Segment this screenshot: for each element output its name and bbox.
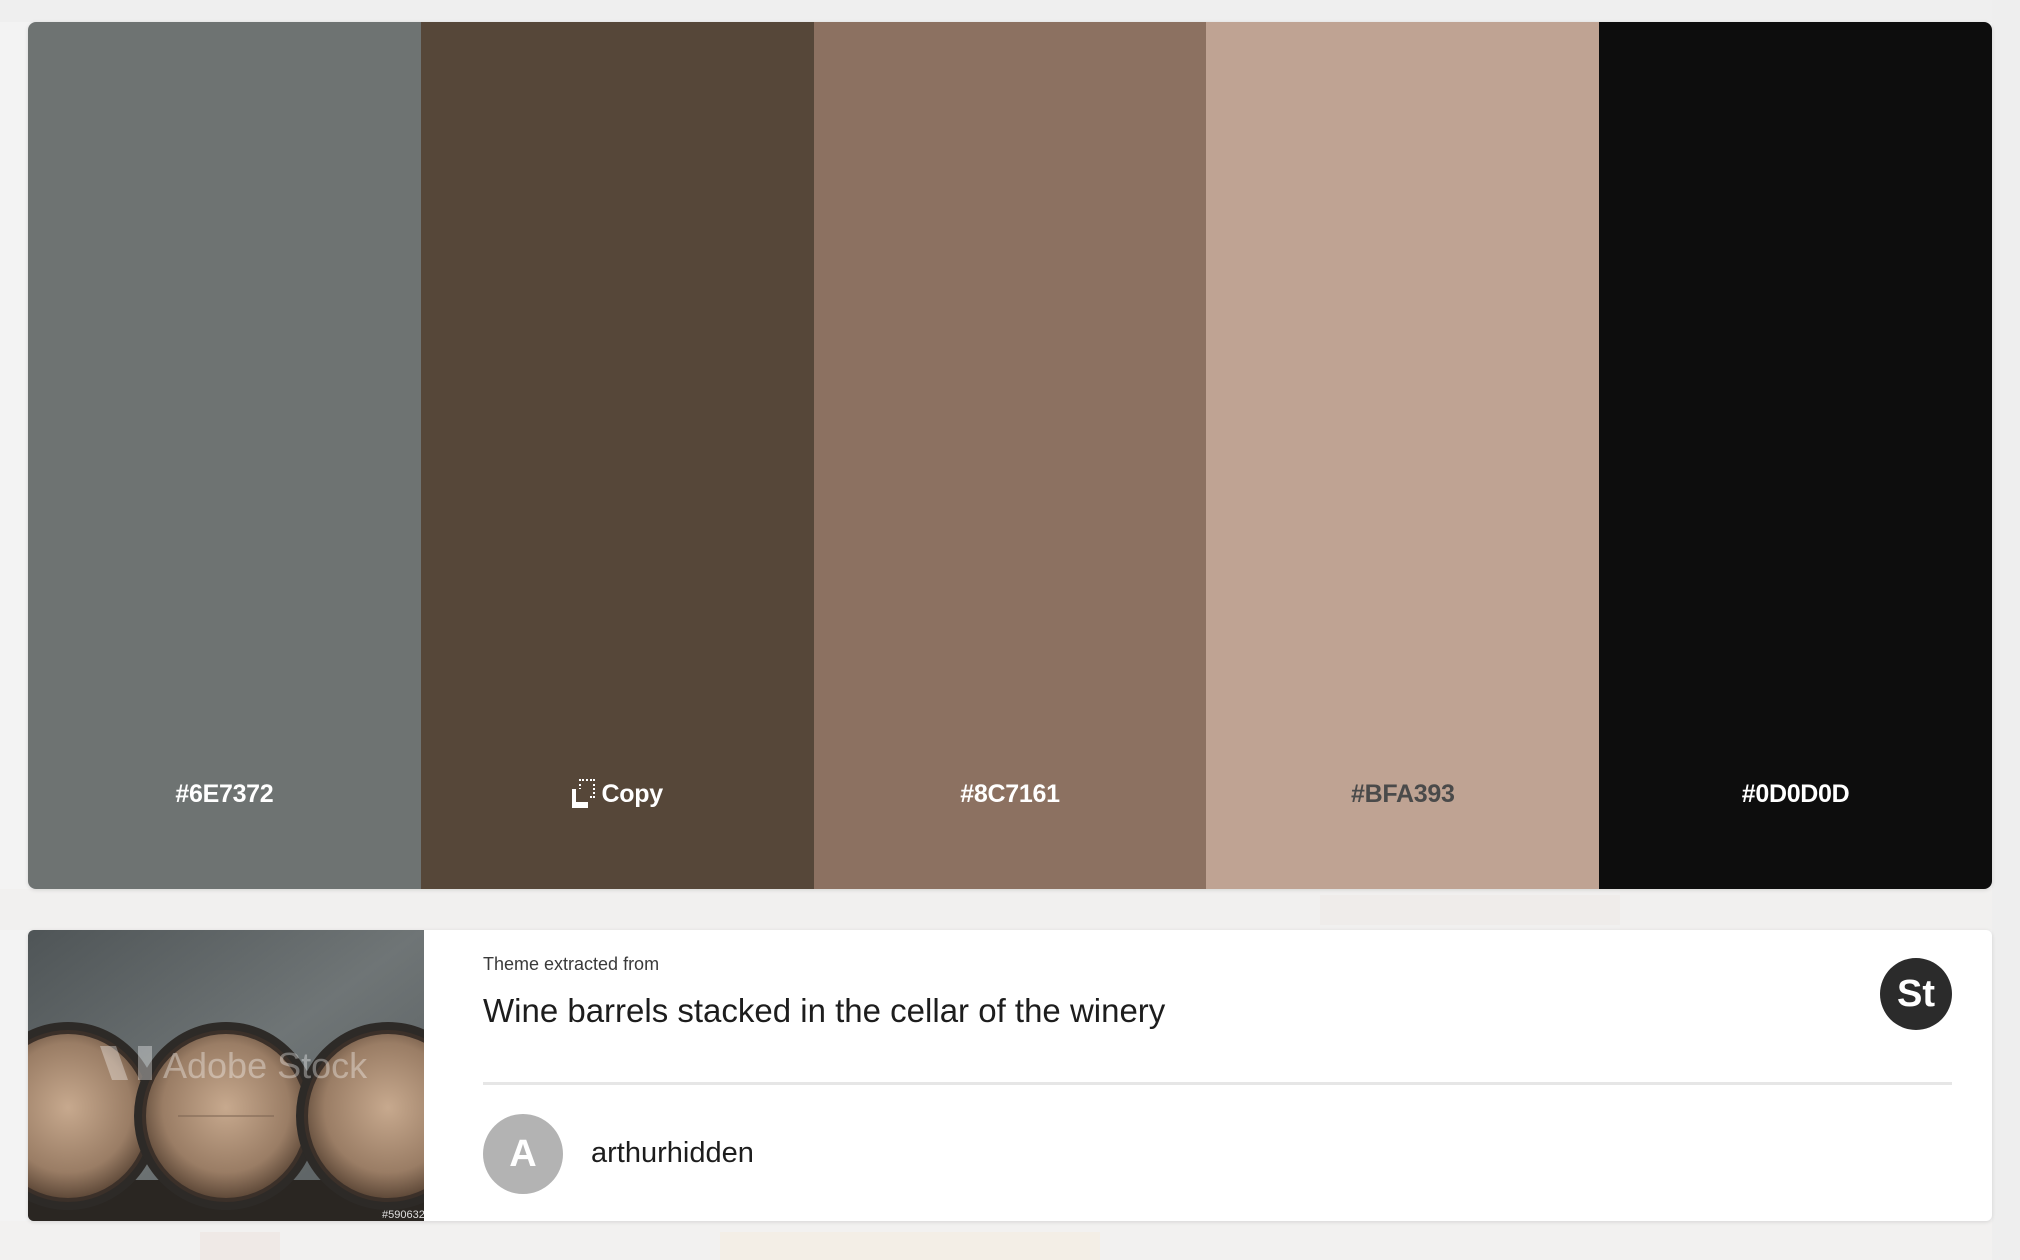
swatch-2[interactable]: Copy xyxy=(420,22,814,889)
author-name-link[interactable]: arthurhidden xyxy=(591,1137,754,1170)
copy-icon xyxy=(571,779,596,809)
swatch-hex-label: #6E7372 xyxy=(175,779,274,808)
swatch-hex-label: #0D0D0D xyxy=(1741,779,1850,808)
swatch-1[interactable]: #6E7372 xyxy=(28,22,421,889)
extracted-from-label: Theme extracted from xyxy=(483,954,660,974)
watermark-text: Adobe Stock xyxy=(163,1045,368,1086)
theme-source-card: Adobe Stock #590632 Theme extracted from… xyxy=(28,930,1992,1221)
avatar[interactable]: A xyxy=(483,1114,563,1194)
swatch-hex-label: #8C7161 xyxy=(960,779,1060,808)
swatch-4[interactable]: #BFA393 xyxy=(1206,22,1600,889)
adobe-stock-icon[interactable]: St xyxy=(1880,958,1952,1030)
thumbnail-id-text: #590632 xyxy=(382,1209,424,1221)
swatch-5[interactable]: #0D0D0D xyxy=(1599,22,1992,889)
swatch-3[interactable]: #8C7161 xyxy=(813,22,1207,889)
source-title-link[interactable]: Wine barrels stacked in the cellar of th… xyxy=(483,992,1165,1030)
color-palette: #6E7372 Copy #8C7161 #BFA393 #0D0D0D xyxy=(28,22,1992,889)
source-thumbnail[interactable]: Adobe Stock #590632 xyxy=(28,930,424,1221)
swatch-hex-label: #BFA393 xyxy=(1351,779,1455,808)
swatch-copy-button[interactable]: Copy xyxy=(421,770,814,818)
wine-barrels-image: Adobe Stock #590632 xyxy=(28,930,424,1221)
copy-label: Copy xyxy=(601,779,664,808)
divider xyxy=(483,1082,1952,1085)
